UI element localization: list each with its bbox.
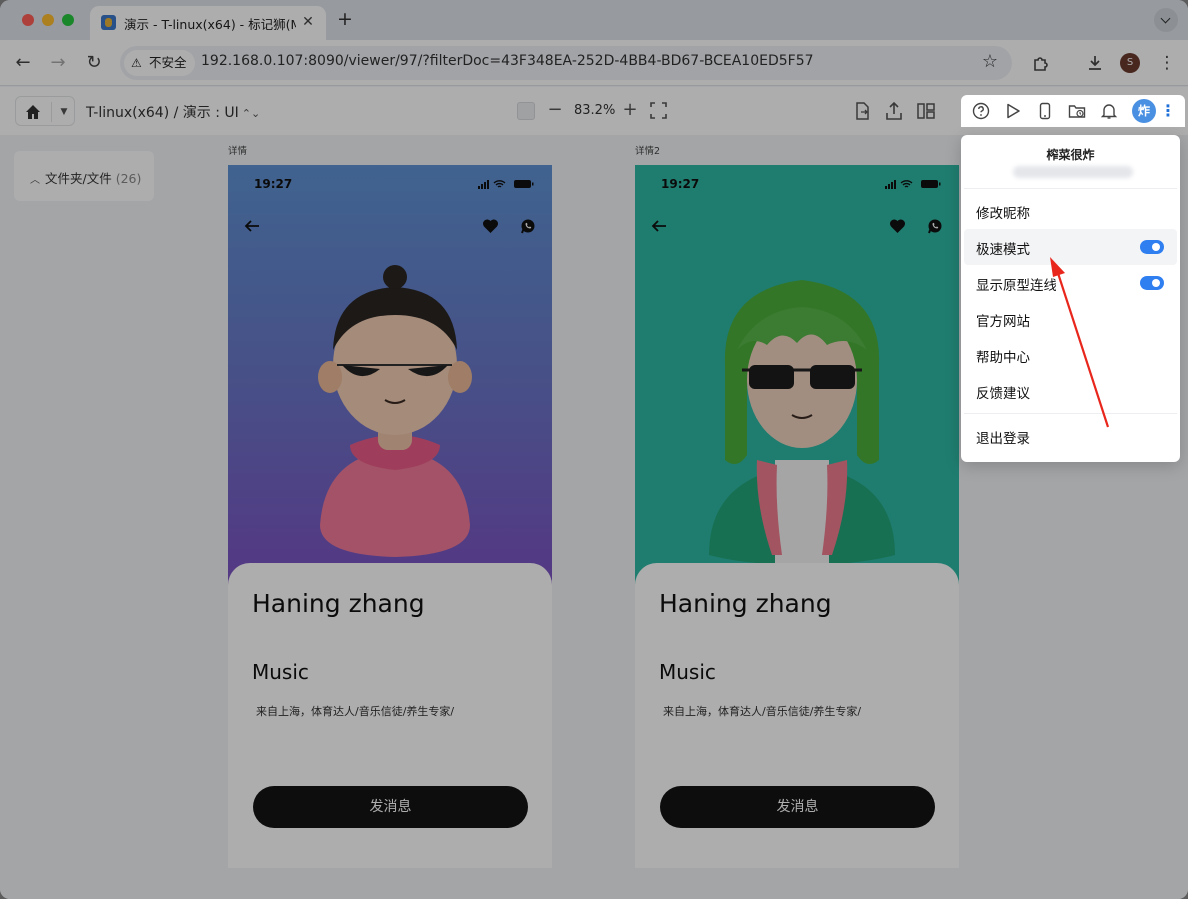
history-folder-icon[interactable]	[1068, 102, 1086, 120]
menu-item-label: 修改昵称	[976, 206, 1030, 222]
menu-username: 榨菜很炸	[1046, 148, 1095, 162]
play-icon[interactable]	[1004, 102, 1022, 120]
user-avatar[interactable]: 炸	[1132, 99, 1156, 123]
user-toolbar: 炸 ⋮	[961, 95, 1185, 127]
blurred-account-info	[1013, 166, 1133, 178]
menu-item-edit-nickname[interactable]: 修改昵称	[964, 193, 1177, 229]
help-icon[interactable]	[972, 102, 990, 120]
menu-divider	[964, 188, 1177, 189]
more-vertical-icon[interactable]: ⋮	[1160, 99, 1176, 123]
annotation-arrow	[1050, 257, 1110, 428]
fast-mode-toggle[interactable]	[1140, 240, 1164, 254]
prototype-links-toggle[interactable]	[1140, 276, 1164, 290]
bell-icon[interactable]	[1100, 102, 1118, 120]
mobile-preview-icon[interactable]	[1036, 102, 1054, 120]
